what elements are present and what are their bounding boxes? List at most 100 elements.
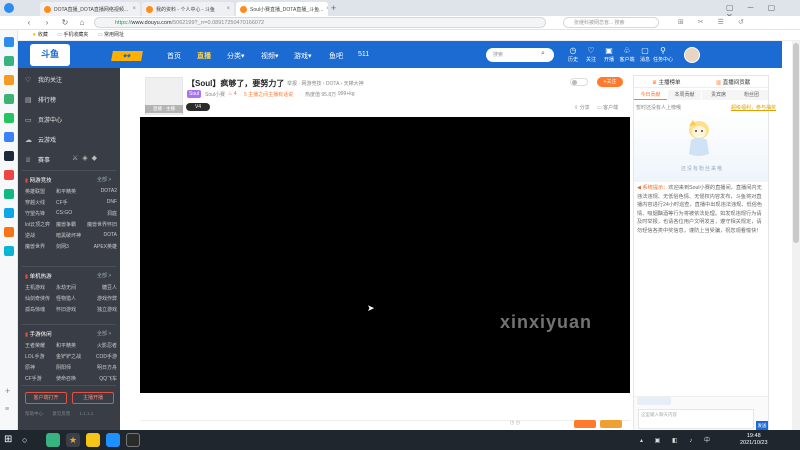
game-link[interactable]: 火影忍者 (87, 342, 117, 349)
game-link[interactable]: 英雄联盟 (25, 188, 56, 195)
game-link[interactable]: 原神 (25, 364, 56, 371)
game-link[interactable]: 仙剑奇侠传 (25, 295, 56, 302)
sidebar-item-follow[interactable]: ♡ 我的关注 (25, 75, 62, 85)
contribution-tab[interactable]: ▥ 直播间贡献 (716, 78, 750, 86)
search-icon[interactable]: ○ (22, 434, 27, 446)
back-button[interactable]: ‹ (24, 17, 34, 28)
game-link[interactable]: 怀旧游戏 (56, 306, 87, 313)
scrollbar-thumb[interactable] (793, 43, 799, 243)
close-icon[interactable]: × (223, 6, 230, 12)
rail-app-icon[interactable] (4, 246, 14, 256)
game-link[interactable]: 明日方舟 (87, 364, 117, 371)
game-link[interactable]: 魔兽争霸 (56, 221, 87, 228)
site-logo[interactable]: 斗鱼 (30, 44, 70, 66)
browser-taskbar-icon[interactable] (46, 433, 60, 447)
start-menu-icon[interactable]: ⊞ (4, 434, 12, 446)
game-link[interactable]: 游戏作弊 (87, 295, 117, 302)
game-link[interactable]: 暗黑破坏神 (56, 232, 87, 239)
rail-app-icon[interactable] (4, 56, 14, 66)
rail-app-icon[interactable] (4, 170, 14, 180)
close-icon[interactable]: × (323, 6, 328, 12)
footer-link[interactable]: 帮助中心 (25, 411, 43, 416)
toolbar-icons[interactable]: ⊞ ✂ ☰ ↺ (678, 18, 750, 26)
sidebar-item-webgame[interactable]: ▭ 页游中心 (25, 115, 62, 125)
nav-game[interactable]: 游戏▾ (294, 51, 312, 61)
rail-app-icon[interactable] (4, 75, 14, 85)
game-link[interactable]: COD手游 (87, 353, 117, 360)
nav-home[interactable]: 首页 (167, 51, 181, 61)
game-link[interactable]: APEX英雄 (87, 243, 117, 250)
nav-live[interactable]: 直播 (197, 51, 211, 61)
nav-video[interactable]: 视频▾ (261, 51, 279, 61)
start-broadcast-button[interactable]: 主播开播 (72, 392, 114, 404)
section-more-link[interactable]: 全部 > (97, 272, 111, 279)
game-link[interactable]: DNF (87, 199, 117, 206)
close-icon[interactable]: × (129, 6, 136, 12)
game-link[interactable]: DOTA2 (87, 188, 117, 195)
browser-logo-icon[interactable] (4, 3, 14, 13)
game-link[interactable]: DOTA (87, 232, 117, 239)
nav-category[interactable]: 分类▾ (227, 51, 245, 61)
promo-logo-icon[interactable]: ◆◆ (111, 51, 143, 61)
section-more-link[interactable]: 全部 > (97, 330, 111, 337)
game-link[interactable]: 独立游戏 (87, 306, 117, 313)
tab-fans[interactable]: 粉丝团 (735, 90, 768, 100)
chat-promo-text[interactable] (686, 397, 746, 405)
game-link[interactable]: CS:GO (56, 210, 87, 217)
rail-app-icon[interactable] (4, 151, 14, 161)
avatar[interactable] (684, 47, 700, 63)
rail-app-icon[interactable] (4, 208, 14, 218)
game-link[interactable]: 金铲铲之战 (56, 353, 87, 360)
nav-fishbar[interactable]: 鱼吧 (329, 51, 343, 61)
game-link[interactable]: 魔兽世界 (25, 243, 56, 250)
room-category[interactable]: 举报 · 网游竞技 › DOTA › 天梯大神 (287, 80, 364, 87)
open-client-button[interactable]: 客户端打开 (25, 392, 67, 404)
taskbar-clock[interactable]: 19:48 2021/10/23 (740, 433, 768, 447)
footer-link[interactable]: 意见反馈 (52, 411, 70, 416)
refresh-button[interactable]: ↻ (60, 17, 70, 28)
obs-taskbar-icon[interactable] (126, 433, 140, 447)
browser-tab-1[interactable]: DOTA直播_DOTA直播网络视频... × (40, 2, 140, 16)
recharge-button[interactable] (574, 420, 596, 428)
game-link[interactable]: 穿越火线 (25, 199, 56, 206)
game-link[interactable]: 永劫无间 (56, 284, 87, 291)
game-link[interactable]: CF手游 (25, 375, 56, 382)
bookmark-item[interactable]: 手机收藏夹 (63, 32, 88, 38)
game-link[interactable]: LOL手游 (25, 353, 56, 360)
client-link[interactable]: ▭ 客户端 (597, 104, 618, 111)
media-taskbar-icon[interactable] (106, 433, 120, 447)
game-link[interactable]: 怪物猎人 (56, 295, 87, 302)
game-link[interactable]: 王者荣耀 (25, 342, 56, 349)
toggle-switch[interactable] (570, 78, 588, 86)
url-input[interactable]: https://www.douyu.com/5062199?_rr=0.0891… (94, 17, 546, 28)
tab-week[interactable]: 本周贡献 (668, 90, 701, 100)
chat-tool-icons[interactable] (637, 397, 671, 405)
rail-app-icon[interactable] (4, 189, 14, 199)
rail-app-icon[interactable] (4, 37, 14, 47)
game-link[interactable]: 孤岛惊魂 (25, 306, 56, 313)
player-bottom-icons[interactable]: ◷ ◷ (510, 420, 520, 426)
game-link[interactable]: 逆战 (25, 232, 56, 239)
tab-today[interactable]: 今日贡献 (634, 90, 667, 100)
gift-button[interactable] (600, 420, 622, 428)
rail-add-icon[interactable]: + (5, 386, 10, 396)
share-link[interactable]: ⇪ 分享 (574, 104, 590, 111)
game-link[interactable]: CF手 (56, 199, 87, 206)
game-link[interactable]: 和平精英 (56, 342, 87, 349)
folder-taskbar-icon[interactable] (86, 433, 100, 447)
follow-button[interactable]: +关注 (597, 77, 623, 87)
video-player[interactable] (140, 117, 630, 393)
game-link[interactable]: 和平精英 (56, 188, 87, 195)
app-taskbar-icon[interactable]: ★ (66, 433, 80, 447)
rail-app-icon[interactable] (4, 132, 14, 142)
sidebar-item-match[interactable]: ♕ 赛事 (25, 155, 50, 165)
game-link[interactable]: QQ飞车 (87, 375, 117, 382)
game-link[interactable]: 使命召唤 (56, 375, 87, 382)
section-more-link[interactable]: 全部 > (97, 176, 111, 183)
browser-tab-2[interactable]: 我的资料 - 个人中心 - 斗鱼 × (142, 2, 234, 16)
chat-input[interactable]: 这里输入聊天内容 (638, 409, 754, 429)
lottery-link[interactable]: 超级福利，参与抽奖 (731, 104, 776, 111)
game-link[interactable]: 阴阳师 (56, 364, 87, 371)
sidebar-item-cloudgame[interactable]: ☁ 云游戏 (25, 135, 56, 145)
game-link[interactable]: 洞庭 (87, 210, 117, 217)
